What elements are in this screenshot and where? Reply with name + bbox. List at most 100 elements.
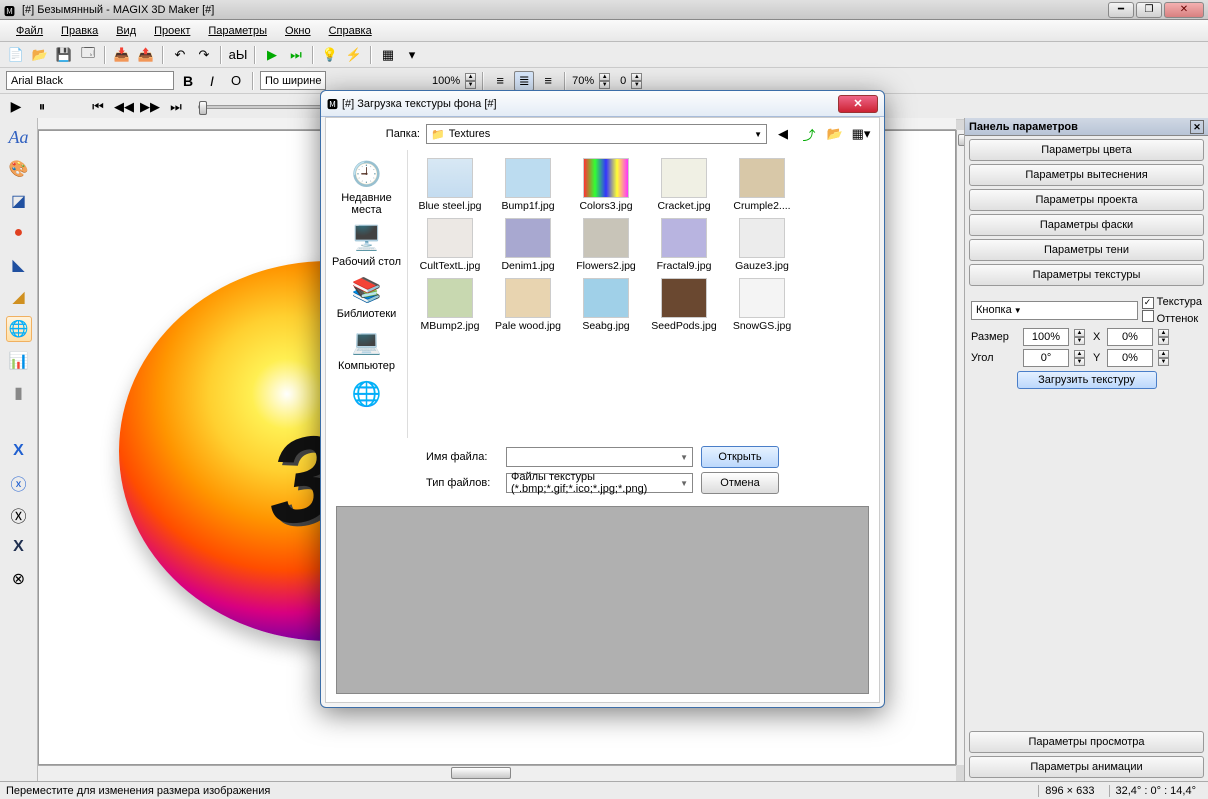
back-icon[interactable]: ◀ xyxy=(773,124,793,144)
menu-view[interactable]: Вид xyxy=(108,23,144,39)
x-blue-icon[interactable]: X xyxy=(6,438,32,464)
panel-close-icon[interactable]: ✕ xyxy=(1190,120,1204,134)
grid-icon[interactable]: ▦ xyxy=(378,45,398,65)
texture-checkbox[interactable]: ✓ xyxy=(1142,297,1154,309)
size-input[interactable] xyxy=(1023,328,1069,346)
cube-icon[interactable]: ◪ xyxy=(6,188,32,214)
dialog-close-button[interactable]: ✕ xyxy=(838,95,878,113)
menu-file[interactable]: Файл xyxy=(8,23,51,39)
dropdown-icon[interactable]: ▾ xyxy=(402,45,422,65)
angle-y-spinner[interactable]: ▲▼ xyxy=(1158,350,1169,366)
export-icon[interactable]: 📤 xyxy=(136,45,156,65)
params-view-button[interactable]: Параметры просмотра xyxy=(969,731,1204,753)
file-item[interactable]: Crumple2.... xyxy=(724,156,800,214)
first-frame-icon[interactable]: ⏮ xyxy=(88,97,108,117)
align-left-icon[interactable]: ≡ xyxy=(490,71,510,91)
x-dark-icon[interactable]: X xyxy=(6,534,32,560)
menu-params[interactable]: Параметры xyxy=(200,23,275,39)
params-color-button[interactable]: Параметры цвета xyxy=(969,139,1204,161)
file-item[interactable]: SnowGS.jpg xyxy=(724,276,800,334)
params-shadow-button[interactable]: Параметры тени xyxy=(969,239,1204,261)
sphere-red-icon[interactable]: ● xyxy=(6,220,32,246)
size-x-input[interactable] xyxy=(1107,328,1153,346)
menu-edit[interactable]: Правка xyxy=(53,23,106,39)
next-frame-icon[interactable]: ▶▶ xyxy=(140,97,160,117)
x-ring-icon[interactable]: ⊗ xyxy=(6,566,32,592)
file-item[interactable]: Colors3.jpg xyxy=(568,156,644,214)
params-texture-button[interactable]: Параметры текстуры xyxy=(969,264,1204,286)
load-texture-button[interactable]: Загрузить текстуру xyxy=(1017,371,1157,389)
file-item[interactable]: Bump1f.jpg xyxy=(490,156,566,214)
file-item[interactable]: Seabg.jpg xyxy=(568,276,644,334)
place-item[interactable]: 📚Библиотеки xyxy=(335,272,399,322)
chart-icon[interactable]: 📊 xyxy=(6,348,32,374)
align-combo[interactable]: По ширине xyxy=(260,71,326,90)
file-item[interactable]: Pale wood.jpg xyxy=(490,276,566,334)
pyramid-icon[interactable]: ◢ xyxy=(6,284,32,310)
viewmode-icon[interactable]: ▦▾ xyxy=(851,124,871,144)
tint-checkbox[interactable] xyxy=(1142,310,1154,322)
menu-help[interactable]: Справка xyxy=(321,23,380,39)
cone-blue-icon[interactable]: ◣ xyxy=(6,252,32,278)
zoom2-spinner[interactable]: ▲▼ xyxy=(599,73,610,89)
align-right-icon[interactable]: ≡ xyxy=(538,71,558,91)
menu-window[interactable]: Окно xyxy=(277,23,319,39)
place-item[interactable]: 🕘Недавние места xyxy=(326,156,407,218)
params-extrude-button[interactable]: Параметры вытеснения xyxy=(969,164,1204,186)
undo-icon[interactable]: ↶ xyxy=(170,45,190,65)
horizontal-scrollbar[interactable] xyxy=(38,765,956,781)
minimize-button[interactable]: ━ xyxy=(1108,2,1134,18)
file-item[interactable]: Flowers2.jpg xyxy=(568,216,644,274)
newfolder-icon[interactable]: 📂 xyxy=(825,124,845,144)
file-item[interactable]: SeedPods.jpg xyxy=(646,276,722,334)
last-frame-icon[interactable]: ⏭ xyxy=(166,97,186,117)
size-spinner[interactable]: ▲▼ xyxy=(1074,329,1085,345)
bold-icon[interactable]: B xyxy=(178,71,198,91)
save-icon[interactable]: 💾 xyxy=(54,45,74,65)
palette-icon[interactable]: 🎨 xyxy=(6,156,32,182)
play-button[interactable]: ▶ xyxy=(6,97,26,117)
redo-icon[interactable]: ↷ xyxy=(194,45,214,65)
open-button[interactable]: Открыть xyxy=(701,446,779,468)
globe-icon[interactable]: 🌐 xyxy=(6,316,32,342)
x-circle-icon[interactable]: ⓧ xyxy=(6,470,32,496)
close-button[interactable]: ✕ xyxy=(1164,2,1204,18)
file-item[interactable]: Fractal9.jpg xyxy=(646,216,722,274)
maximize-button[interactable]: ❐ xyxy=(1136,2,1162,18)
folder-select[interactable]: 📁 Textures ▼ xyxy=(426,124,767,144)
text-tool-icon[interactable]: Aa xyxy=(6,124,32,150)
column-icon[interactable]: ▮ xyxy=(6,380,32,406)
file-item[interactable]: Blue steel.jpg xyxy=(412,156,488,214)
x-outline-icon[interactable]: Ⓧ xyxy=(6,502,32,528)
file-item[interactable]: MBump2.jpg xyxy=(412,276,488,334)
up-icon[interactable]: ⤴ xyxy=(799,124,819,144)
size-x-spinner[interactable]: ▲▼ xyxy=(1158,329,1169,345)
file-item[interactable]: Denim1.jpg xyxy=(490,216,566,274)
params-project-button[interactable]: Параметры проекта xyxy=(969,189,1204,211)
angle-y-input[interactable] xyxy=(1107,349,1153,367)
params-bevel-button[interactable]: Параметры фаски xyxy=(969,214,1204,236)
file-item[interactable]: Gauze3.jpg xyxy=(724,216,800,274)
play-icon[interactable]: ▶ xyxy=(262,45,282,65)
saveas-icon[interactable]: 🗔 xyxy=(78,45,98,65)
pause-button[interactable]: ⏸ xyxy=(32,97,52,117)
text-icon[interactable]: аЫ xyxy=(228,45,248,65)
timeline-slider[interactable] xyxy=(198,105,338,109)
import-icon[interactable]: 📥 xyxy=(112,45,132,65)
align-center-icon[interactable]: ≣ xyxy=(514,71,534,91)
angle-spinner[interactable]: ▲▼ xyxy=(1074,350,1085,366)
file-item[interactable]: CultTextL.jpg xyxy=(412,216,488,274)
place-item[interactable]: 💻Компьютер xyxy=(336,324,397,374)
place-item[interactable]: 🌐 xyxy=(346,376,388,414)
step-icon[interactable]: ⏭ xyxy=(286,45,306,65)
outline-icon[interactable]: O xyxy=(226,71,246,91)
cancel-button[interactable]: Отмена xyxy=(701,472,779,494)
place-item[interactable]: 🖥️Рабочий стол xyxy=(330,220,403,270)
zoom3-spinner[interactable]: ▲▼ xyxy=(631,73,642,89)
menu-project[interactable]: Проект xyxy=(146,23,198,39)
font-select[interactable] xyxy=(6,71,174,90)
new-icon[interactable]: 📄 xyxy=(6,45,26,65)
open-icon[interactable]: 📂 xyxy=(30,45,50,65)
params-anim-button[interactable]: Параметры анимации xyxy=(969,756,1204,778)
refresh-icon[interactable]: ⚡ xyxy=(344,45,364,65)
